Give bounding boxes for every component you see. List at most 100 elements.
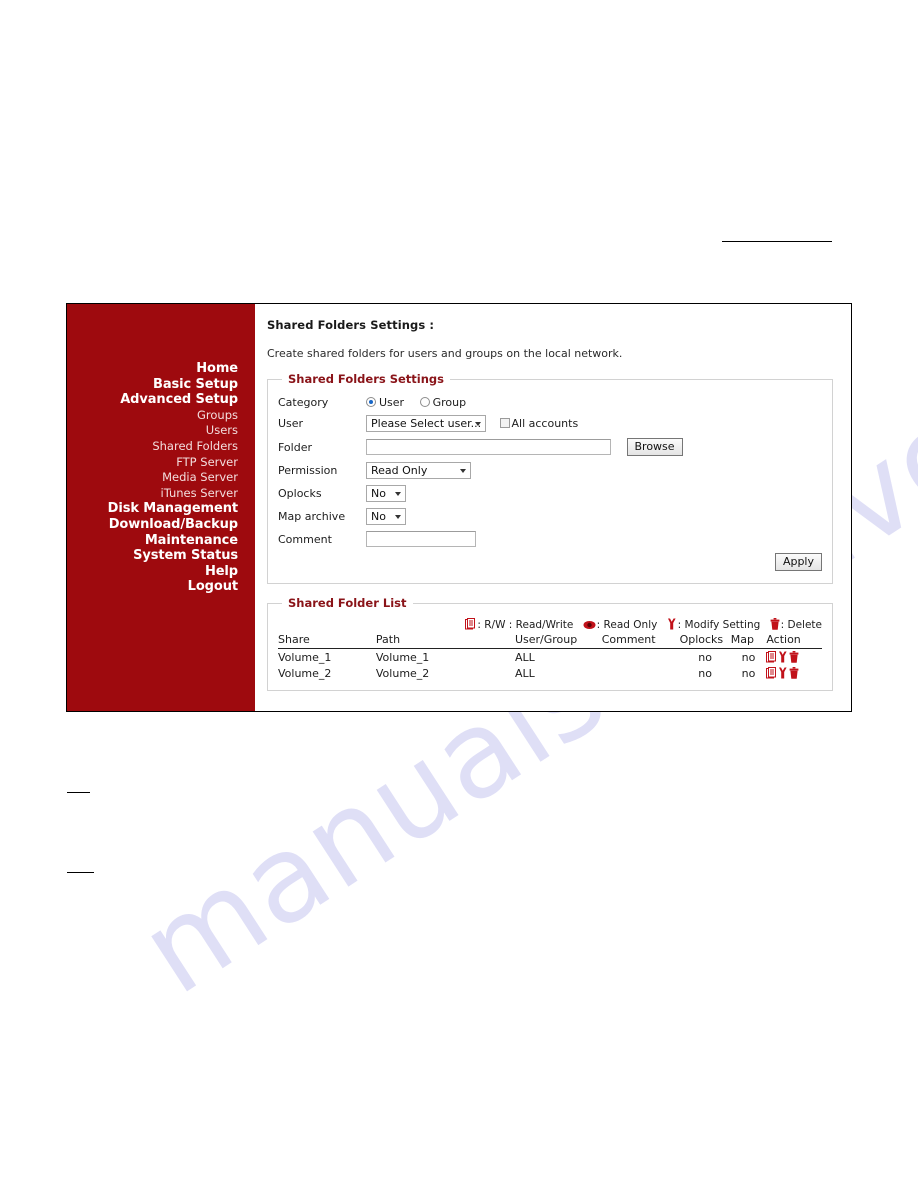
column-header-oplocks: Oplocks: [679, 633, 731, 649]
sidebar-item-users[interactable]: Users: [67, 423, 255, 439]
map-archive-select-value: No: [371, 510, 386, 523]
label-permission: Permission: [278, 464, 338, 477]
sidebar-item-system-status[interactable]: System Status: [67, 548, 255, 564]
wrench-icon[interactable]: [778, 667, 788, 679]
map-archive-select[interactable]: No: [366, 508, 406, 525]
trash-icon[interactable]: [789, 667, 799, 679]
sidebar-item-shared-folders[interactable]: Shared Folders: [67, 439, 255, 455]
shared-folders-settings-panel: Shared Folders Settings Category User Gr…: [267, 372, 833, 584]
table-row: Volume_1 Volume_1 ALL no no: [278, 649, 822, 666]
sidebar-item-ftp-server[interactable]: FTP Server: [67, 455, 255, 471]
page-description: Create shared folders for users and grou…: [267, 347, 623, 360]
radio-group[interactable]: Group: [419, 396, 467, 409]
shared-folder-list-panel: Shared Folder List : R/W : Read/Write : …: [267, 596, 833, 691]
label-map-archive: Map archive: [278, 510, 346, 523]
sidebar-nav: Home Basic Setup Advanced Setup Groups U…: [67, 304, 255, 711]
browse-button[interactable]: Browse: [626, 438, 683, 456]
label-category: Category: [278, 396, 329, 409]
form-row-map-archive: Map archive No: [278, 505, 822, 528]
label-user: User: [278, 417, 304, 430]
web-ui-screenshot: Home Basic Setup Advanced Setup Groups U…: [66, 303, 852, 712]
legend-text-rw: : R/W : Read/Write: [477, 619, 574, 631]
sidebar-item-basic-setup[interactable]: Basic Setup: [67, 377, 255, 393]
cell-oplocks: no: [698, 651, 712, 664]
sidebar-item-disk-management[interactable]: Disk Management: [67, 501, 255, 517]
form-row-category: Category User Group: [278, 393, 822, 412]
sidebar-item-advanced-setup[interactable]: Advanced Setup: [67, 392, 255, 408]
category-radio-group: User Group: [366, 393, 822, 412]
comment-input[interactable]: [366, 531, 476, 547]
document-icon: [465, 618, 476, 630]
all-accounts-label: All accounts: [511, 416, 579, 430]
sidebar-item-logout[interactable]: Logout: [67, 579, 255, 595]
label-comment: Comment: [278, 532, 332, 546]
list-panel-legend: Shared Folder List: [288, 596, 407, 610]
folder-input[interactable]: [366, 439, 611, 455]
oplocks-select[interactable]: No: [366, 485, 406, 502]
sidebar-item-media-server[interactable]: Media Server: [67, 470, 255, 486]
form-row-folder: Folder Browse: [278, 435, 822, 459]
legend-text-modify: : Modify Setting: [677, 619, 761, 631]
cell-comment: [602, 665, 680, 681]
legend-text-ro: : Read Only: [596, 619, 658, 631]
document-icon[interactable]: [766, 651, 777, 663]
column-header-user-group: User/Group: [514, 633, 602, 649]
sidebar-item-maintenance[interactable]: Maintenance: [67, 533, 255, 549]
cell-map: no: [741, 667, 756, 680]
form-row-apply: Apply: [278, 550, 822, 574]
radio-user-label: User: [379, 396, 405, 409]
cell-path: Volume_1: [375, 651, 430, 664]
column-header-path: Path: [375, 633, 515, 649]
settings-panel-legend: Shared Folders Settings: [288, 372, 445, 386]
shared-folder-table: Share Path User/Group Comment Oplocks Ma…: [278, 633, 822, 681]
main-content: Shared Folders Settings : Create shared …: [255, 304, 851, 711]
column-header-action: Action: [766, 633, 822, 649]
sidebar-item-groups[interactable]: Groups: [67, 408, 255, 424]
sidebar-item-home[interactable]: Home: [67, 361, 255, 377]
wrench-icon[interactable]: [778, 651, 788, 663]
cell-map: no: [741, 651, 756, 664]
cell-share: Volume_1: [278, 651, 332, 664]
cell-path: Volume_2: [375, 667, 430, 680]
label-folder: Folder: [278, 440, 312, 454]
radio-group-label: Group: [432, 396, 467, 409]
table-row: Volume_2 Volume_2 ALL no no: [278, 665, 822, 681]
trash-icon: [770, 618, 780, 630]
column-header-comment: Comment: [601, 633, 680, 649]
chevron-down-icon: [395, 492, 401, 496]
all-accounts-checkbox[interactable]: All accounts: [499, 416, 579, 430]
bottom-left-rule-1: [67, 792, 90, 793]
form-row-oplocks: Oplocks No: [278, 482, 822, 505]
wrench-icon: [667, 618, 676, 630]
cell-comment: [602, 649, 680, 666]
form-row-user: User Please Select user... All accounts: [278, 412, 822, 435]
cell-oplocks: no: [698, 667, 712, 680]
form-row-permission: Permission Read Only: [278, 459, 822, 482]
permission-select[interactable]: Read Only: [366, 462, 471, 479]
cell-share: Volume_2: [278, 667, 332, 680]
sidebar-item-help[interactable]: Help: [67, 564, 255, 580]
form-row-comment: Comment: [278, 528, 822, 550]
sidebar-item-download-backup[interactable]: Download/Backup: [67, 517, 255, 533]
all-accounts-box-icon[interactable]: [499, 417, 510, 428]
apply-button[interactable]: Apply: [774, 553, 822, 571]
user-select[interactable]: Please Select user...: [366, 415, 486, 432]
document-icon[interactable]: [766, 667, 777, 679]
trash-icon[interactable]: [789, 651, 799, 663]
radio-user[interactable]: User: [366, 396, 408, 409]
chevron-down-icon: [460, 469, 466, 473]
eye-icon: [583, 621, 596, 629]
radio-group-dot-icon[interactable]: [419, 397, 430, 407]
chevron-down-icon: [395, 515, 401, 519]
cell-actions: [766, 649, 822, 666]
bottom-left-rule-2: [67, 872, 94, 873]
permission-select-value: Read Only: [371, 464, 428, 477]
cell-user-group: ALL: [514, 667, 535, 680]
radio-user-dot-icon[interactable]: [366, 397, 376, 407]
legend-text-delete: : Delete: [780, 619, 822, 631]
top-right-rule: [722, 241, 832, 242]
page-title: Shared Folders Settings :: [267, 318, 435, 332]
table-header-row: Share Path User/Group Comment Oplocks Ma…: [278, 633, 822, 649]
sidebar-item-itunes-server[interactable]: iTunes Server: [67, 486, 255, 502]
cell-user-group: ALL: [514, 651, 535, 664]
